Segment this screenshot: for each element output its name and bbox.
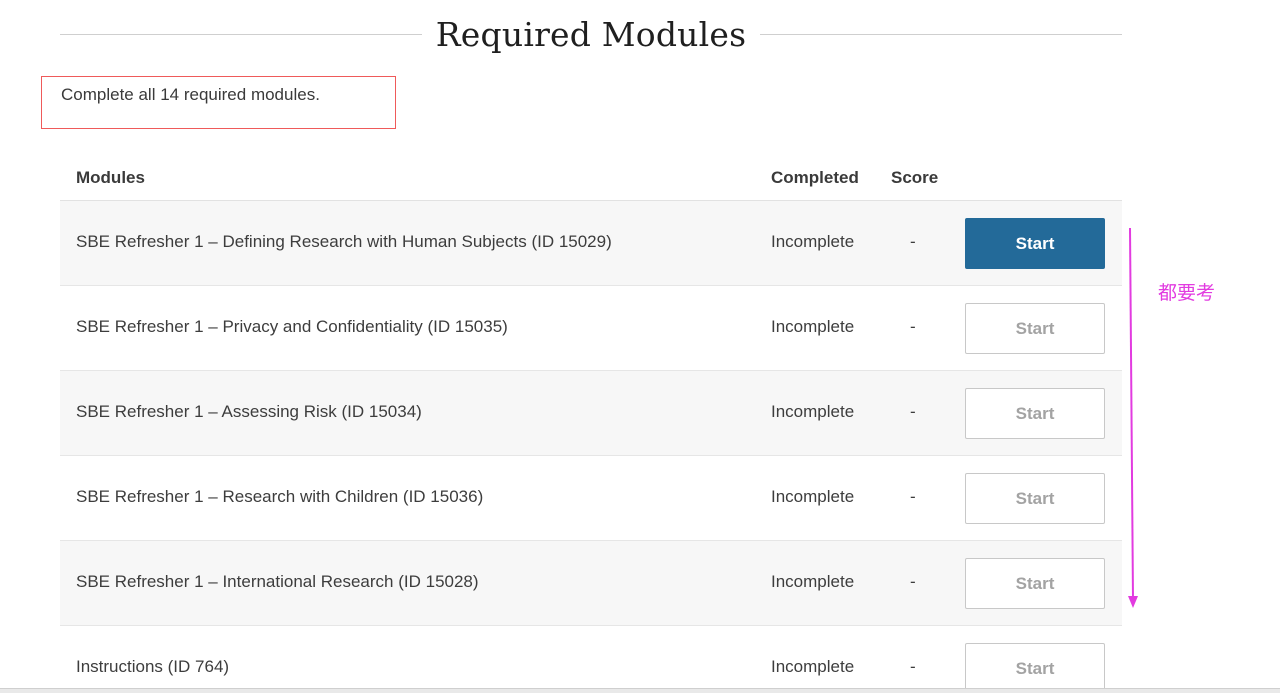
instruction-highlight-box: Complete all 14 required modules.	[41, 76, 396, 129]
header-modules: Modules	[76, 168, 145, 187]
start-button[interactable]: Start	[965, 218, 1105, 269]
header-score: Score	[891, 168, 939, 187]
module-name: SBE Refresher 1 – Research with Children…	[76, 487, 484, 506]
start-button[interactable]: Start	[965, 473, 1105, 524]
table-row: SBE Refresher 1 – Research with Children…	[60, 456, 1122, 541]
module-status: Incomplete	[771, 572, 855, 591]
table-row: SBE Refresher 1 – Defining Research with…	[60, 201, 1122, 286]
start-button[interactable]: Start	[965, 643, 1105, 693]
annotation-label: 都要考	[1158, 282, 1216, 304]
module-name: SBE Refresher 1 – Privacy and Confidenti…	[76, 317, 508, 336]
module-score: -	[910, 657, 916, 676]
section-heading: Required Modules	[60, 8, 1123, 60]
table-row: SBE Refresher 1 – Privacy and Confidenti…	[60, 286, 1122, 371]
start-button[interactable]: Start	[965, 388, 1105, 439]
module-score: -	[910, 402, 916, 421]
module-name: SBE Refresher 1 – International Research…	[76, 572, 479, 591]
page: Required Modules Complete all 14 require…	[0, 0, 1280, 693]
annotation-arrow-icon	[1128, 227, 1138, 608]
module-status: Incomplete	[771, 232, 855, 251]
module-score: -	[910, 232, 916, 251]
table-row: SBE Refresher 1 – Assessing Risk (ID 150…	[60, 371, 1122, 456]
page-title: Required Modules	[435, 14, 747, 54]
heading-rule-left	[60, 33, 422, 35]
module-name: Instructions (ID 764)	[76, 657, 230, 676]
instruction-text: Complete all 14 required modules.	[61, 85, 320, 104]
start-button[interactable]: Start	[965, 303, 1105, 354]
module-status: Incomplete	[771, 402, 855, 421]
module-name: SBE Refresher 1 – Assessing Risk (ID 150…	[76, 402, 422, 421]
table-row: SBE Refresher 1 – International Research…	[60, 541, 1122, 626]
start-button[interactable]: Start	[965, 558, 1105, 609]
module-status: Incomplete	[771, 657, 855, 676]
module-status: Incomplete	[771, 317, 855, 336]
module-score: -	[910, 487, 916, 506]
module-name: SBE Refresher 1 – Defining Research with…	[76, 232, 612, 251]
modules-table: Modules Completed Score SBE Refresher 1 …	[60, 160, 1122, 693]
header-completed: Completed	[771, 168, 859, 187]
table-header: Modules Completed Score	[60, 160, 1122, 201]
window-bottom-edge	[0, 688, 1280, 693]
table-row: Instructions (ID 764) Incomplete - Start	[60, 626, 1122, 693]
module-score: -	[910, 572, 916, 591]
module-status: Incomplete	[771, 487, 855, 506]
heading-rule-right	[760, 33, 1123, 35]
module-score: -	[910, 317, 916, 336]
